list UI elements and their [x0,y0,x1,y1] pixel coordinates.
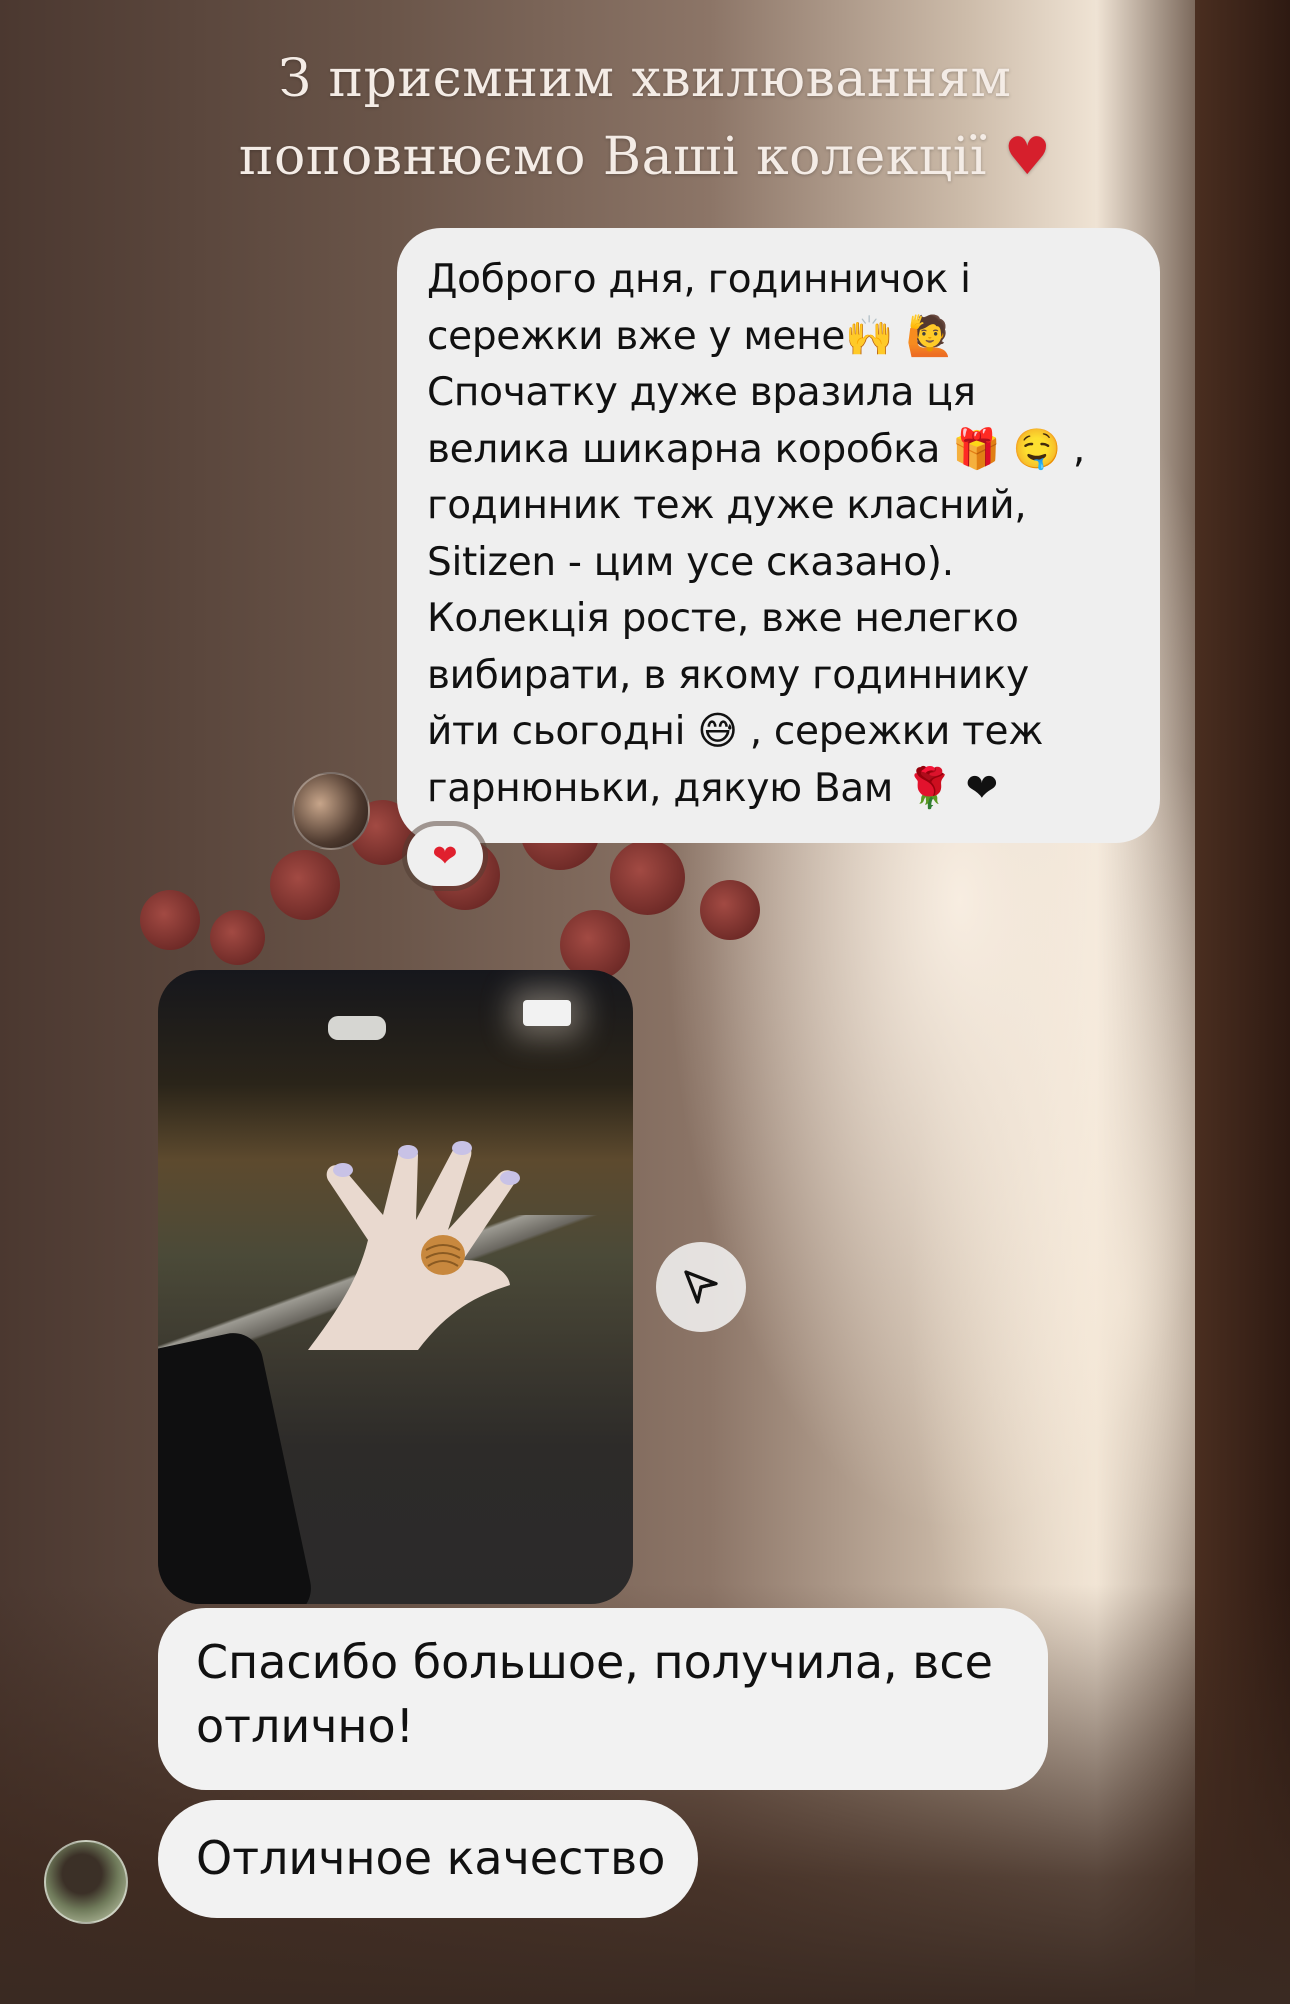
photo-message[interactable] [158,970,633,1604]
message-text: Отличное качество [196,1831,666,1885]
heart-icon: ❤ [432,838,458,874]
message-text: Спасибо большое, получила, все отлично! [196,1635,993,1753]
message-bubble-incoming[interactable]: Доброго дня, годинничок і сережки вже у … [397,228,1160,843]
heart-icon: ♥ [1003,127,1052,187]
photo-light [523,1000,571,1026]
heart-reaction[interactable]: ❤ [407,826,483,886]
story-caption-line-1: З приємним хвилюванням [278,49,1012,109]
story-caption-line-2: поповнюємо Ваші колекції ♥ [238,127,1052,187]
photo-hand [308,1141,520,1350]
share-button[interactable] [656,1242,746,1332]
user-avatar[interactable] [292,772,370,850]
message-bubble-incoming[interactable]: Отличное качество [158,1800,698,1918]
photo-car [328,1016,386,1040]
message-text: Доброго дня, годинничок і сережки вже у … [427,257,1085,811]
send-icon [684,1270,718,1304]
message-bubble-incoming[interactable]: Спасибо большое, получила, все отлично! [158,1608,1048,1790]
user-avatar[interactable] [44,1840,128,1924]
